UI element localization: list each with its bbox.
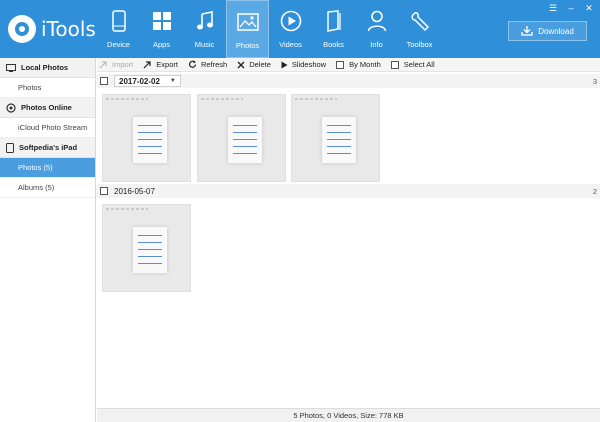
slideshow-button[interactable]: Slideshow bbox=[281, 60, 326, 69]
sidebar-item-icloud-photo-stream[interactable]: iCloud Photo Stream bbox=[0, 118, 95, 138]
group-header: 2016-05-07 2 bbox=[97, 184, 600, 198]
app-name: iTools bbox=[41, 17, 96, 41]
status-text: 5 Photos, 0 Videos, Size: 778 KB bbox=[293, 411, 404, 420]
download-label: Download bbox=[538, 26, 574, 36]
nav-label: Videos bbox=[279, 40, 302, 49]
sidebar-section-local-photos[interactable]: Local Photos bbox=[0, 58, 95, 78]
nav-books[interactable]: Books bbox=[312, 0, 355, 58]
nav-label: Apps bbox=[152, 40, 171, 49]
photo-grid: 2017-02-02 ▼ 3 2016-05-07 2 bbox=[97, 72, 600, 408]
nav-label: Music bbox=[194, 40, 215, 49]
sidebar-section-title: Softpedia's iPad bbox=[19, 143, 78, 152]
refresh-icon bbox=[188, 60, 197, 69]
export-label: Export bbox=[156, 60, 178, 69]
checkbox-icon bbox=[390, 60, 399, 69]
sidebar: Local Photos Photos Photos Online iCloud… bbox=[0, 58, 96, 422]
group-date: 2017-02-02 bbox=[119, 76, 160, 86]
select-all-label: Select All bbox=[403, 60, 435, 69]
sidebar-item-label: Albums (5) bbox=[18, 183, 55, 192]
sidebar-section-ipad[interactable]: Softpedia's iPad bbox=[0, 138, 95, 158]
toolbox-icon bbox=[410, 9, 430, 33]
refresh-button[interactable]: Refresh bbox=[188, 60, 227, 69]
info-icon bbox=[367, 9, 387, 33]
refresh-label: Refresh bbox=[200, 60, 228, 69]
sidebar-section-photos-online[interactable]: Photos Online bbox=[0, 98, 95, 118]
delete-icon bbox=[237, 61, 245, 69]
sidebar-item-label: Photos bbox=[18, 83, 42, 92]
nav-label: Device bbox=[107, 40, 130, 49]
chevron-down-icon: ▼ bbox=[169, 78, 176, 84]
export-icon bbox=[143, 60, 152, 69]
videos-icon bbox=[280, 9, 302, 33]
photo-toolbar: Import Export Refresh Delete Slideshow B… bbox=[97, 58, 600, 72]
nav-label: Books bbox=[323, 40, 344, 49]
import-label: Import bbox=[112, 60, 134, 69]
sidebar-item-local-photos[interactable]: Photos bbox=[0, 78, 95, 98]
nav-label: Photos bbox=[235, 41, 260, 50]
group-count: 3 bbox=[592, 76, 597, 86]
window-controls: ☰ – ✕ bbox=[548, 3, 594, 14]
itools-logo-icon bbox=[8, 15, 36, 43]
main-nav: Device Apps Music Photos Videos Books In… bbox=[97, 0, 441, 58]
music-icon bbox=[196, 9, 214, 33]
nav-label: Toolbox bbox=[406, 40, 433, 49]
delete-label: Delete bbox=[249, 60, 271, 69]
nav-device[interactable]: Device bbox=[97, 0, 140, 58]
group-count: 2 bbox=[592, 186, 597, 196]
nav-photos[interactable]: Photos bbox=[226, 0, 269, 58]
group-date: 2016-05-07 bbox=[114, 186, 155, 196]
close-icon[interactable]: ✕ bbox=[584, 3, 594, 14]
sidebar-section-title: Local Photos bbox=[21, 63, 69, 72]
minimize-icon[interactable]: – bbox=[566, 3, 576, 14]
apps-icon bbox=[152, 9, 172, 33]
status-bar: 5 Photos, 0 Videos, Size: 778 KB bbox=[97, 408, 600, 422]
nav-music[interactable]: Music bbox=[183, 0, 226, 58]
photo-thumbnail[interactable] bbox=[291, 94, 380, 182]
slideshow-label: Slideshow bbox=[291, 60, 327, 69]
date-dropdown[interactable]: 2017-02-02 ▼ bbox=[114, 75, 181, 87]
delete-button[interactable]: Delete bbox=[237, 60, 271, 69]
app-logo: iTools bbox=[8, 12, 98, 46]
import-icon bbox=[99, 60, 108, 69]
photo-thumbnail[interactable] bbox=[102, 204, 191, 292]
nav-videos[interactable]: Videos bbox=[269, 0, 312, 58]
by-month-checkbox[interactable]: By Month bbox=[336, 60, 381, 69]
ipad-icon bbox=[6, 142, 14, 153]
download-icon bbox=[521, 25, 533, 38]
export-button[interactable]: Export bbox=[143, 60, 178, 69]
photo-thumbnail[interactable] bbox=[102, 94, 191, 182]
sidebar-item-ipad-albums[interactable]: Albums (5) bbox=[0, 178, 95, 198]
menu-icon[interactable]: ☰ bbox=[548, 3, 558, 14]
group-select-checkbox[interactable] bbox=[100, 187, 108, 195]
group-select-checkbox[interactable] bbox=[100, 77, 108, 85]
nav-label: Info bbox=[370, 40, 383, 49]
sidebar-item-label: iCloud Photo Stream bbox=[18, 123, 88, 132]
nav-toolbox[interactable]: Toolbox bbox=[398, 0, 441, 58]
group-header: 2017-02-02 ▼ 3 bbox=[97, 74, 600, 88]
device-icon bbox=[111, 9, 126, 33]
sidebar-item-label: Photos (5) bbox=[18, 163, 53, 172]
checkbox-icon bbox=[336, 60, 345, 69]
sidebar-item-ipad-photos[interactable]: Photos (5) bbox=[0, 158, 95, 178]
cloud-icon bbox=[6, 102, 16, 113]
app-header: iTools Device Apps Music Photos Videos B… bbox=[0, 0, 600, 58]
local-photos-icon bbox=[6, 63, 16, 72]
sidebar-section-title: Photos Online bbox=[21, 103, 72, 112]
play-icon bbox=[281, 61, 288, 69]
select-all-checkbox[interactable]: Select All bbox=[390, 60, 435, 69]
nav-info[interactable]: Info bbox=[355, 0, 398, 58]
download-button[interactable]: Download bbox=[508, 21, 587, 41]
photo-thumbnail[interactable] bbox=[197, 94, 286, 182]
import-button[interactable]: Import bbox=[99, 60, 133, 69]
by-month-label: By Month bbox=[349, 60, 381, 69]
photos-icon bbox=[236, 10, 259, 34]
books-icon bbox=[326, 9, 342, 33]
nav-apps[interactable]: Apps bbox=[140, 0, 183, 58]
